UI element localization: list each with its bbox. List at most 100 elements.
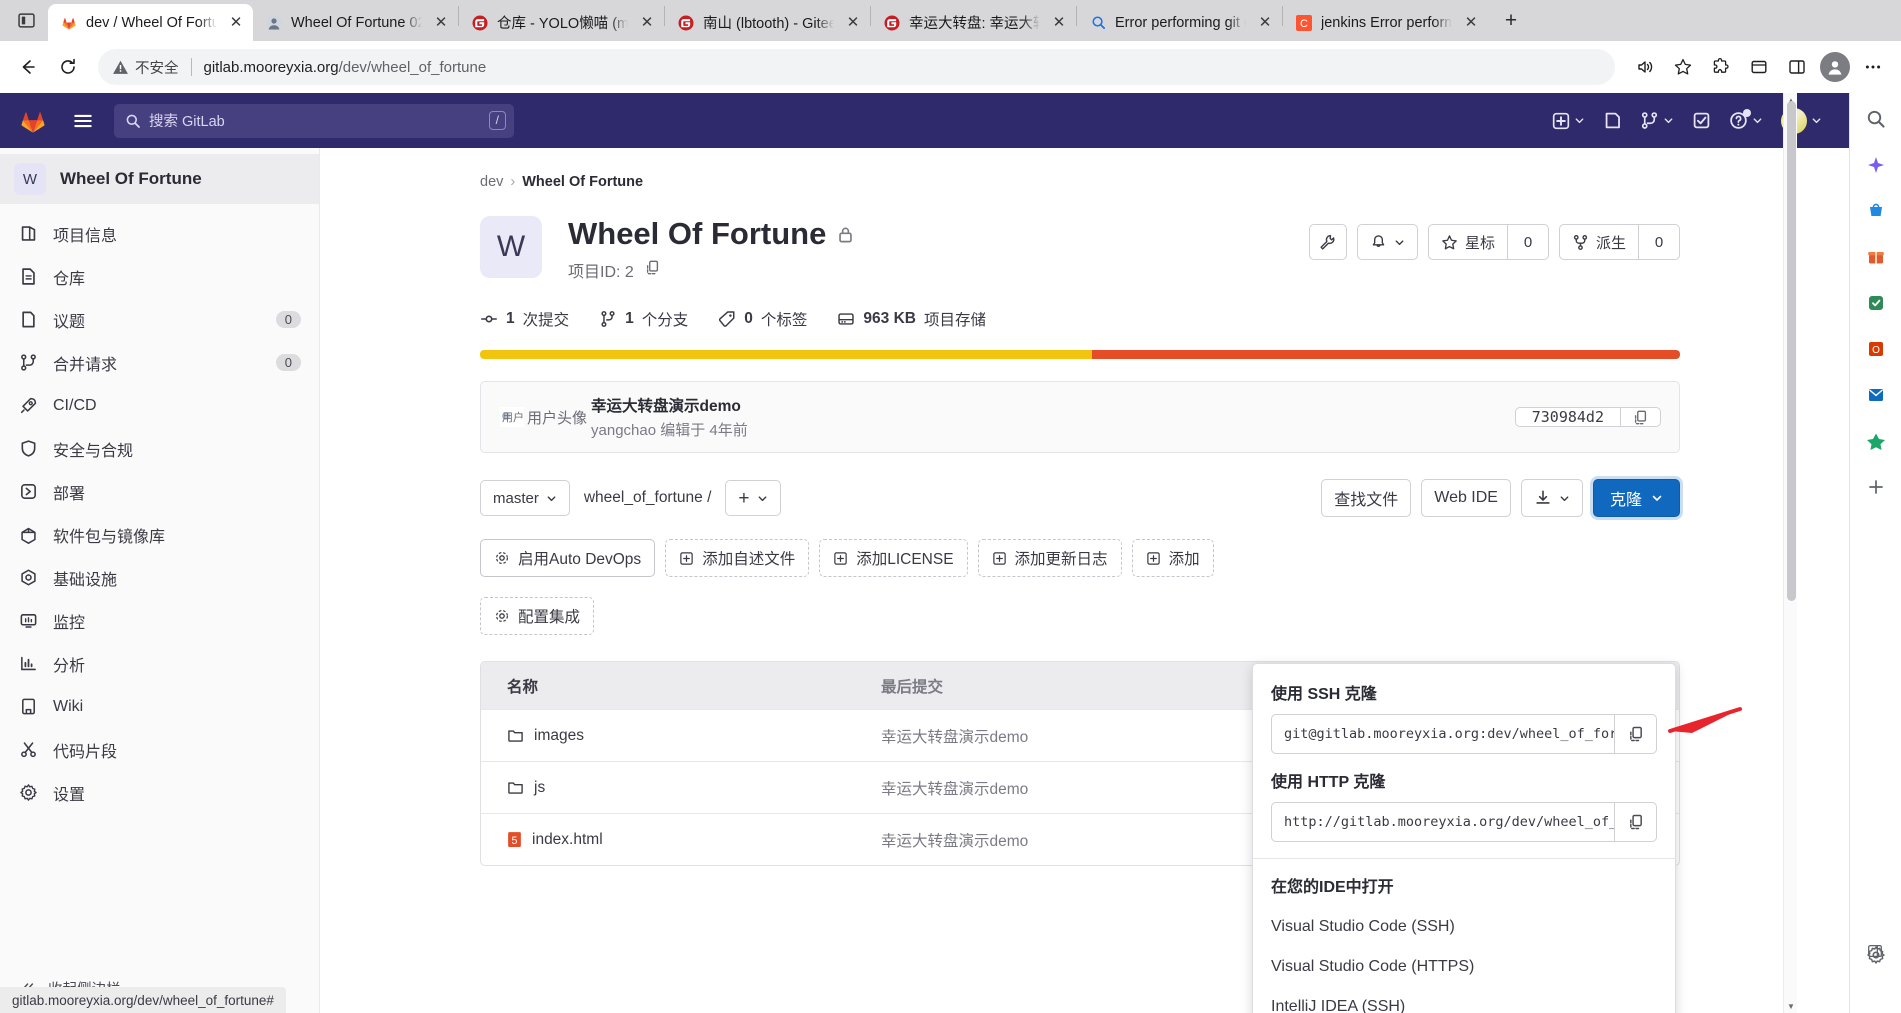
fork-button-group[interactable]: 派生 0 [1558,224,1680,260]
find-file-button[interactable]: 查找文件 [1321,479,1412,517]
sidebar-item-deploy[interactable]: 部署 [0,470,319,513]
browser-tab-4[interactable]: 幸运大转盘: 幸运大转 ✕ [871,4,1076,41]
address-bar[interactable]: 不安全 gitlab.mooreyxia.org/dev/wheel_of_fo… [98,49,1615,85]
sidebar-item-security[interactable]: 安全与合规 [0,427,319,470]
new-tab-button[interactable]: + [1494,4,1528,38]
copy-http-url-button[interactable] [1615,802,1657,842]
sidebar-item-project-info[interactable]: 项目信息 [0,212,319,255]
web-ide-button[interactable]: Web IDE [1421,479,1511,517]
tab-close-button[interactable]: ✕ [1460,12,1482,34]
shopping-icon[interactable] [1860,195,1892,227]
create-new-menu[interactable] [1545,104,1592,138]
file-name-cell[interactable]: js [481,779,881,797]
add-license-button[interactable]: 添加LICENSE [819,539,968,577]
security-indicator[interactable]: 不安全 [112,57,179,78]
scrollbar-thumb[interactable] [1787,101,1796,601]
enable-auto-devops-button[interactable]: 启用Auto DevOps [480,539,656,577]
sidebar-item-cicd[interactable]: CI/CD [0,384,319,427]
sidebar-item-analytics[interactable]: 分析 [0,642,319,685]
star-button[interactable]: 星标 [1427,224,1507,260]
clone-ssh-input[interactable]: git@gitlab.mooreyxia.org:dev/wheel_of_fo… [1271,714,1615,754]
clone-button[interactable]: 克隆 [1592,479,1680,517]
add-readme-button[interactable]: 添加自述文件 [665,539,810,577]
ide-option-vscode-ssh[interactable]: Visual Studio Code (SSH) [1253,907,1675,947]
tab-close-button[interactable]: ✕ [842,12,864,34]
profile-avatar[interactable] [1817,49,1853,85]
sidebar-project-header[interactable]: W Wheel Of Fortune [0,154,319,204]
stat-branches[interactable]: 1 个分支 [599,308,688,330]
sidebar-item-infrastructure[interactable]: 基础设施 [0,556,319,599]
tab-close-button[interactable]: ✕ [225,12,247,34]
todos-shortcut[interactable] [1685,104,1718,138]
breadcrumb-group[interactable]: dev [480,174,503,190]
sidebar-item-wiki[interactable]: Wiki [0,685,319,728]
reload-button[interactable] [50,49,86,85]
sidebar-item-monitor[interactable]: 监控 [0,599,319,642]
commit-title[interactable]: 幸运大转盘演示demo [591,394,748,416]
browser-tab-1[interactable]: Wheel Of Fortune 02 ( ✕ [253,4,458,41]
page-scrollbar[interactable]: ▲ ▼ [1783,93,1797,1013]
search-input[interactable]: 搜索 GitLab / [114,103,514,138]
tools-icon[interactable] [1860,287,1892,319]
plus-icon[interactable] [1860,471,1892,503]
tab-close-button[interactable]: ✕ [636,12,658,34]
project-settings-button[interactable] [1308,224,1347,260]
split-screen-icon[interactable] [1779,49,1815,85]
notification-button[interactable] [1356,224,1418,260]
add-to-repo-button[interactable]: + [725,480,781,516]
path-root[interactable]: wheel_of_fortune [584,489,703,506]
sidebar-item-settings[interactable]: 设置 [0,771,319,814]
issues-shortcut[interactable] [1596,104,1629,138]
ide-option-intellij-ssh[interactable]: IntelliJ IDEA (SSH) [1253,987,1675,1013]
browser-tab-5[interactable]: Error performing git c ✕ [1077,4,1282,41]
file-name-cell[interactable]: images [481,727,881,745]
fork-button[interactable]: 派生 [1558,224,1638,260]
read-aloud-icon[interactable] [1627,49,1663,85]
outlook-icon[interactable] [1860,379,1892,411]
star-button-group[interactable]: 星标 0 [1427,224,1549,260]
sidebar-item-issues[interactable]: 议题 0 [0,298,319,341]
more-icon[interactable] [1855,49,1891,85]
add-more-button[interactable]: 添加 [1131,539,1214,577]
browser-tab-6[interactable]: C jenkins Error perform ✕ [1283,4,1488,41]
tab-close-button[interactable]: ✕ [430,12,452,34]
sidebar-item-packages[interactable]: 软件包与镜像库 [0,513,319,556]
configure-integrations-button[interactable]: 配置集成 [480,597,595,635]
branch-selector[interactable]: master [480,480,570,516]
gift-icon[interactable] [1860,241,1892,273]
search-icon[interactable] [1860,103,1892,135]
copilot-icon[interactable] [1860,149,1892,181]
breadcrumb-project[interactable]: Wheel Of Fortune [522,174,643,190]
sidebar-item-snippets[interactable]: 代码片段 [0,728,319,771]
stat-commits[interactable]: 1 次提交 [480,308,569,330]
file-name-cell[interactable]: 5 index.html [481,831,881,849]
hamburger-icon[interactable] [66,104,100,138]
merge-requests-menu[interactable] [1633,104,1681,138]
favorite-star-icon[interactable] [1665,49,1701,85]
tab-close-button[interactable]: ✕ [1048,12,1070,34]
office-icon[interactable]: O [1860,333,1892,365]
copy-ssh-url-button[interactable] [1615,714,1657,754]
clone-http-input[interactable]: http://gitlab.mooreyxia.org/dev/wheel_of… [1271,802,1615,842]
more-icon[interactable] [1860,425,1892,457]
sidebar-item-repository[interactable]: 仓库 [0,255,319,298]
tab-close-button[interactable]: ✕ [1254,12,1276,34]
help-menu[interactable] [1722,104,1770,138]
split-screen-icon[interactable] [1859,935,1891,967]
extensions-icon[interactable] [1703,49,1739,85]
download-button[interactable] [1520,479,1583,517]
tab-search-button[interactable] [4,0,48,41]
add-changelog-button[interactable]: 添加更新日志 [977,539,1122,577]
ide-option-vscode-https[interactable]: Visual Studio Code (HTTPS) [1253,947,1675,987]
sidebar-item-merge-requests[interactable]: 合并请求 0 [0,341,319,384]
gitlab-tanuki-icon[interactable] [14,104,52,138]
stat-tags[interactable]: 0 个标签 [718,308,807,330]
collections-icon[interactable] [1741,49,1777,85]
browser-tab-3[interactable]: 南山 (lbtooth) - Gitee ✕ [665,4,870,41]
browser-tab-2[interactable]: 仓库 - YOLO懒喵 (mo ✕ [459,4,664,41]
browser-tab-0[interactable]: dev / Wheel Of Fortun ✕ [48,4,253,41]
copy-icon[interactable] [1621,407,1661,427]
back-button[interactable] [10,49,46,85]
copy-icon[interactable] [644,259,661,281]
scroll-down-arrow[interactable]: ▼ [1784,999,1798,1013]
